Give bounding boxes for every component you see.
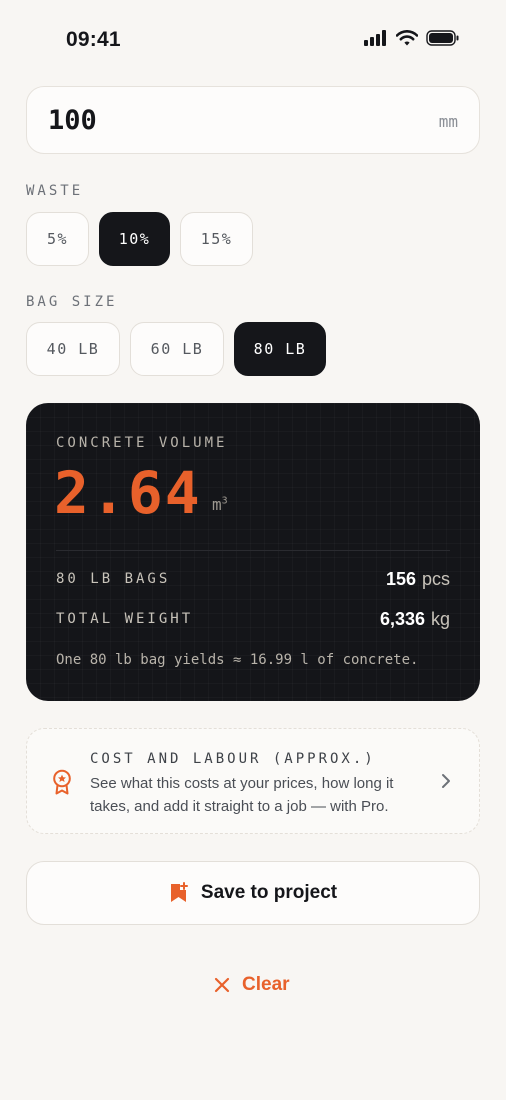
status-bar: 09:41: [0, 0, 506, 80]
bag-size-option-40[interactable]: 40 LB: [26, 322, 120, 376]
save-button-label: Save to project: [200, 882, 338, 903]
waste-option-5[interactable]: 5%: [26, 212, 89, 266]
thickness-value[interactable]: 100: [48, 105, 97, 136]
waste-label: WASTE: [26, 183, 84, 199]
close-icon: [214, 977, 230, 993]
bag-size-option-60[interactable]: 60 LB: [130, 322, 224, 376]
total-weight-label: TOTAL WEIGHT: [56, 611, 194, 627]
result-divider: [56, 550, 450, 551]
clear-button-label: Clear: [242, 974, 290, 995]
bag-yield-note: One 80 lb bag yields ≈ 16.99 l of concre…: [56, 652, 419, 668]
signal-icon: [364, 30, 386, 46]
waste-option-15[interactable]: 15%: [180, 212, 253, 266]
battery-icon: [426, 30, 459, 46]
bag-size-option-80[interactable]: 80 LB: [234, 322, 326, 376]
clear-button[interactable]: Clear: [214, 968, 290, 1002]
award-badge-icon: [53, 769, 71, 795]
thickness-input[interactable]: 100 mm: [26, 86, 480, 154]
result-card: CONCRETE VOLUME 2.64 m3 80 LB BAGS 156 pc…: [26, 403, 480, 701]
concrete-volume-unit: m3: [212, 495, 228, 514]
chevron-right-icon: [442, 774, 450, 788]
bookmark-plus-icon: [170, 882, 188, 902]
bags-label: 80 LB BAGS: [56, 571, 171, 587]
wifi-icon: [396, 30, 418, 46]
pro-card-title: COST AND LABOUR (APPROX.): [90, 751, 376, 767]
concrete-volume-value: 2.64: [54, 459, 202, 527]
thickness-unit: mm: [438, 112, 458, 131]
bags-count: 156 pcs: [385, 569, 450, 589]
bag-size-label: BAG SIZE: [26, 294, 118, 310]
waste-option-10[interactable]: 10%: [99, 212, 170, 266]
status-time: 09:41: [66, 28, 121, 51]
pro-upsell-card[interactable]: COST AND LABOUR (APPROX.) See what this …: [26, 728, 480, 834]
pro-card-description: See what this costs at your prices, how …: [90, 775, 394, 815]
status-icons: [364, 30, 460, 46]
total-weight-value: 6,336 kg: [379, 609, 450, 629]
save-to-project-button[interactable]: Save to project: [26, 861, 480, 925]
concrete-volume-label: CONCRETE VOLUME: [56, 435, 228, 451]
